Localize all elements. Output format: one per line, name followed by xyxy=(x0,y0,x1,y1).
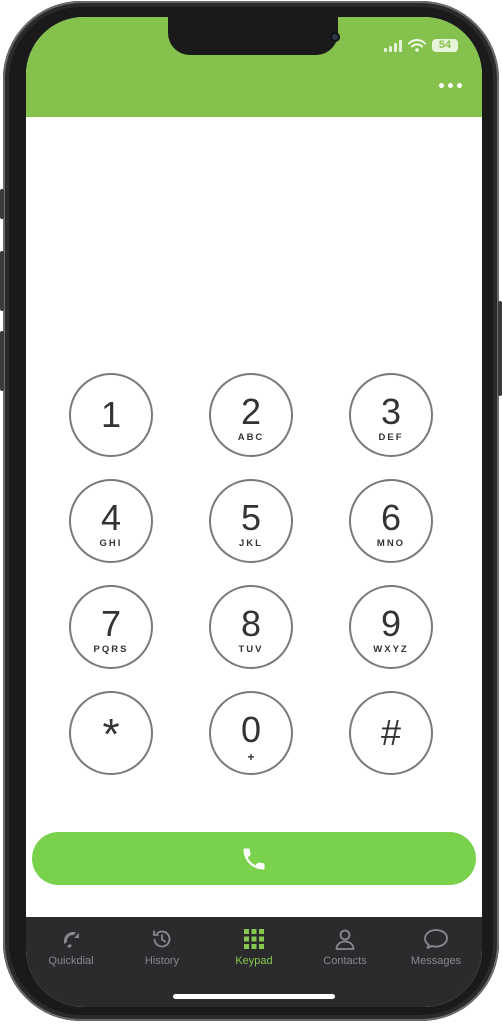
wifi-icon xyxy=(408,39,426,52)
key-letters: MNO xyxy=(376,538,406,549)
tab-quickdial[interactable]: Quickdial xyxy=(31,927,111,967)
tab-contacts[interactable]: Contacts xyxy=(305,927,385,967)
more-icon xyxy=(439,83,444,88)
key-0[interactable]: 0 + xyxy=(209,691,293,775)
app-header: 54 xyxy=(26,17,482,117)
status-bar: 54 xyxy=(384,39,458,52)
key-2[interactable]: 2 ABC xyxy=(209,373,293,457)
home-indicator xyxy=(173,994,335,999)
tab-messages[interactable]: Messages xyxy=(396,927,476,967)
key-letters: + xyxy=(247,750,255,764)
key-letters: TUV xyxy=(238,644,264,655)
power-button xyxy=(498,301,502,396)
key-letters: WXYZ xyxy=(373,644,409,655)
contacts-icon xyxy=(335,929,355,950)
key-digit: 8 xyxy=(240,603,262,644)
key-digit: 3 xyxy=(380,391,402,432)
battery-indicator: 54 xyxy=(432,39,458,52)
key-5[interactable]: 5 JKL xyxy=(209,479,293,563)
key-digit: * xyxy=(102,710,120,759)
key-digit: 6 xyxy=(380,497,402,538)
key-star[interactable]: * xyxy=(69,691,153,775)
key-4[interactable]: 4 GHI xyxy=(69,479,153,563)
mute-switch xyxy=(0,189,4,219)
more-options-button[interactable] xyxy=(439,83,462,88)
history-icon xyxy=(153,930,171,948)
key-9[interactable]: 9 WXYZ xyxy=(349,585,433,669)
quickdial-icon xyxy=(64,932,79,948)
key-digit: 2 xyxy=(240,391,262,432)
key-letters: ABC xyxy=(237,432,265,443)
call-button[interactable] xyxy=(32,832,476,885)
keypad-grid-icon xyxy=(244,929,264,949)
tab-label: Keypad xyxy=(235,955,273,967)
phone-icon xyxy=(243,848,265,869)
tab-label: Quickdial xyxy=(48,955,94,967)
key-letters: PQRS xyxy=(93,644,129,655)
notch xyxy=(168,17,340,55)
key-1[interactable]: 1 xyxy=(69,373,153,457)
key-digit: # xyxy=(380,712,402,753)
key-8[interactable]: 8 TUV xyxy=(209,585,293,669)
key-digit: 9 xyxy=(380,603,402,644)
tab-label: History xyxy=(144,955,180,967)
key-7[interactable]: 7 PQRS xyxy=(69,585,153,669)
messages-icon xyxy=(424,929,448,949)
volume-down-button xyxy=(0,331,4,391)
volume-up-button xyxy=(0,251,4,311)
bottom-tab-bar: Quickdial History Keypad Contacts Messag… xyxy=(26,917,482,1007)
tab-label: Contacts xyxy=(323,955,367,967)
tab-keypad[interactable]: Keypad xyxy=(214,927,294,967)
tab-label: Messages xyxy=(410,955,462,967)
key-digit: 0 xyxy=(240,709,262,750)
tab-history[interactable]: History xyxy=(122,927,202,967)
key-letters: JKL xyxy=(239,538,263,549)
key-hash[interactable]: # xyxy=(349,691,433,775)
front-camera xyxy=(330,32,340,42)
key-letters: GHI xyxy=(99,538,123,549)
screen: 54 1 2 ABC 3 DEF 4 GHI 5 JKL 6 MNO 7 PQR… xyxy=(26,17,482,1007)
key-digit: 1 xyxy=(100,394,122,435)
cellular-signal-icon xyxy=(384,39,402,52)
key-digit: 4 xyxy=(100,497,122,538)
key-digit: 5 xyxy=(240,497,262,538)
key-digit: 7 xyxy=(100,603,122,644)
key-6[interactable]: 6 MNO xyxy=(349,479,433,563)
key-letters: DEF xyxy=(378,432,404,443)
phone-frame: 54 1 2 ABC 3 DEF 4 GHI 5 JKL 6 MNO 7 PQR… xyxy=(0,1,502,1021)
key-3[interactable]: 3 DEF xyxy=(349,373,433,457)
